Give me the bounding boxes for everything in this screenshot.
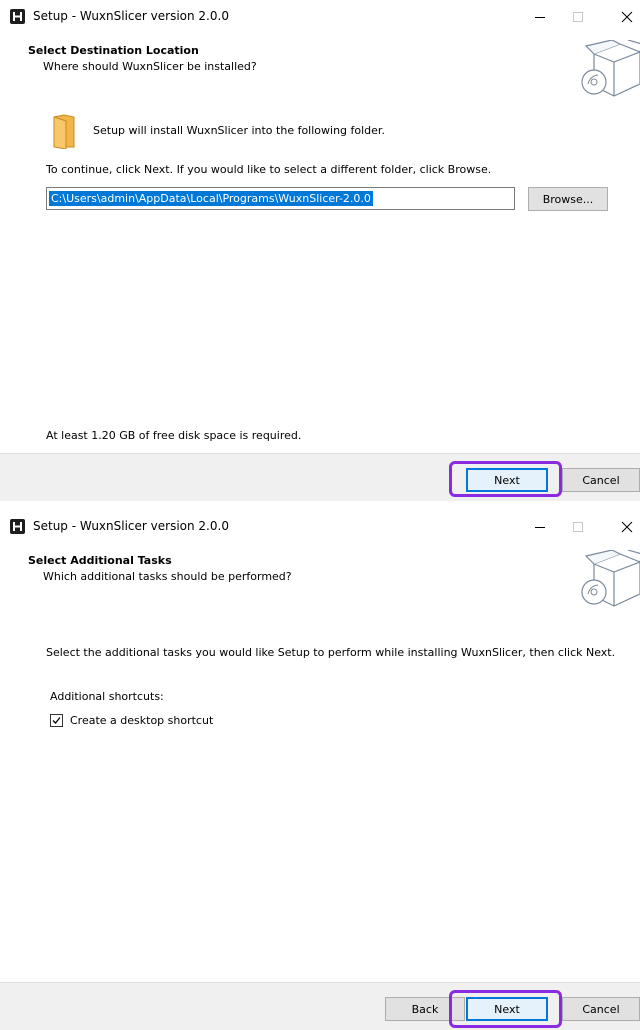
page-subtitle: Which additional tasks should be perform… xyxy=(43,570,292,583)
app-icon xyxy=(10,519,25,534)
next-button[interactable]: Next xyxy=(466,468,548,492)
cancel-button[interactable]: Cancel xyxy=(562,468,640,492)
setup-window-destination: Setup - WuxnSlicer version 2.0.0 Select … xyxy=(0,0,640,501)
setup-window-tasks: Setup - WuxnSlicer version 2.0.0 Select … xyxy=(0,510,640,1030)
window-title: Setup - WuxnSlicer version 2.0.0 xyxy=(33,519,229,533)
close-icon xyxy=(621,11,633,23)
minimize-button[interactable] xyxy=(525,516,555,538)
minimize-button[interactable] xyxy=(525,6,555,28)
footer-bar: Back Next Cancel xyxy=(0,982,640,1030)
folder-message: Setup will install WuxnSlicer into the f… xyxy=(93,124,385,137)
install-box-icon xyxy=(580,39,640,98)
page-title: Select Additional Tasks xyxy=(28,554,172,567)
back-button[interactable]: Back xyxy=(385,997,465,1021)
app-icon xyxy=(10,9,25,24)
close-button[interactable] xyxy=(612,6,640,28)
cancel-button[interactable]: Cancel xyxy=(562,997,640,1021)
desktop-shortcut-checkbox[interactable] xyxy=(50,714,63,727)
install-path-value: C:\Users\admin\AppData\Local\Programs\Wu… xyxy=(49,191,373,206)
minimize-icon xyxy=(535,527,545,528)
browse-button[interactable]: Browse... xyxy=(528,187,608,211)
page-subtitle: Where should WuxnSlicer be installed? xyxy=(43,60,257,73)
desktop-shortcut-label[interactable]: Create a desktop shortcut xyxy=(70,714,213,727)
footer-bar: Next Cancel xyxy=(0,453,640,501)
next-button[interactable]: Next xyxy=(466,997,548,1021)
title-bar[interactable]: Setup - WuxnSlicer version 2.0.0 xyxy=(0,510,640,544)
close-button[interactable] xyxy=(612,516,640,538)
maximize-icon xyxy=(573,12,583,22)
title-bar[interactable]: Setup - WuxnSlicer version 2.0.0 xyxy=(0,0,640,34)
group-label: Additional shortcuts: xyxy=(50,690,164,703)
window-title: Setup - WuxnSlicer version 2.0.0 xyxy=(33,9,229,23)
disk-space-text: At least 1.20 GB of free disk space is r… xyxy=(46,429,302,442)
checkmark-icon xyxy=(52,717,61,724)
maximize-icon xyxy=(573,522,583,532)
instruction-text: Select the additional tasks you would li… xyxy=(46,646,616,659)
maximize-button[interactable] xyxy=(563,6,593,28)
page-title: Select Destination Location xyxy=(28,44,199,57)
minimize-icon xyxy=(535,17,545,18)
maximize-button[interactable] xyxy=(563,516,593,538)
folder-icon xyxy=(52,113,76,150)
install-box-icon xyxy=(580,549,640,608)
instruction-text: To continue, click Next. If you would li… xyxy=(46,163,492,176)
close-icon xyxy=(621,521,633,533)
install-path-input[interactable]: C:\Users\admin\AppData\Local\Programs\Wu… xyxy=(46,187,515,210)
